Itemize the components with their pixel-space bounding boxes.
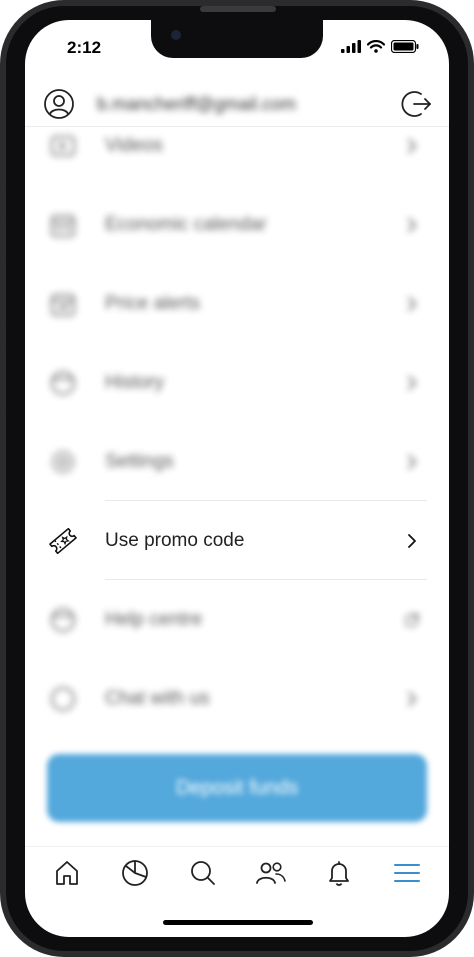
bottom-tab-bar — [25, 846, 449, 902]
phone-frame: 2:12 b.mancheriff@gmail.com Videos Econo… — [0, 0, 474, 957]
price-alert-icon — [47, 288, 79, 320]
tab-menu[interactable] — [389, 857, 425, 893]
menu-item-label: History — [105, 372, 165, 393]
status-icons — [341, 39, 419, 58]
notch — [151, 20, 323, 58]
external-link-icon — [405, 610, 419, 630]
menu-item-economic-calendar[interactable]: Economic calendar — [25, 195, 449, 255]
chevron-right-icon — [405, 136, 419, 156]
chevron-right-icon — [405, 215, 419, 235]
tab-home[interactable] — [49, 857, 85, 893]
home-icon — [53, 859, 81, 892]
earpiece-speaker — [200, 6, 276, 12]
settings-icon — [47, 446, 79, 478]
menu-item-chat-with-us[interactable]: Chat with us — [25, 669, 449, 729]
deposit-funds-button[interactable]: Deposit funds — [47, 754, 427, 822]
chevron-right-icon — [405, 689, 419, 709]
menu-item-label: Chat with us — [105, 688, 210, 709]
mute-switch — [0, 186, 5, 222]
menu-item-videos[interactable]: Videos — [25, 116, 449, 176]
status-time: 2:12 — [67, 38, 102, 57]
menu-item-help-centre[interactable]: Help centre — [25, 590, 449, 650]
tab-community[interactable] — [253, 857, 289, 893]
menu-item-settings[interactable]: Settings — [25, 432, 449, 492]
ticket-icon — [47, 525, 79, 557]
chevron-right-icon — [405, 452, 419, 472]
tab-search[interactable] — [185, 857, 221, 893]
history-icon — [47, 367, 79, 399]
signal-icon — [341, 40, 361, 58]
account-email: b.mancheriff@gmail.com — [97, 94, 297, 114]
video-icon — [47, 130, 79, 162]
volume-down-button — [0, 346, 5, 416]
volume-up-button — [0, 258, 5, 328]
screen: 2:12 b.mancheriff@gmail.com Videos Econo… — [25, 20, 449, 937]
menu-item-label: Videos — [105, 135, 163, 156]
menu-divider — [105, 579, 427, 580]
menu-item-price-alerts[interactable]: Price alerts — [25, 274, 449, 334]
menu-divider — [105, 500, 427, 501]
menu-item-history[interactable]: History — [25, 353, 449, 413]
tab-notifications[interactable] — [321, 857, 357, 893]
calendar-icon — [47, 209, 79, 241]
menu-item-label: Settings — [105, 451, 174, 472]
chevron-right-icon — [405, 373, 419, 393]
menu-item-label: Price alerts — [105, 293, 201, 314]
front-camera — [171, 30, 181, 40]
chevron-right-icon — [405, 294, 419, 314]
help-icon — [47, 604, 79, 636]
tab-portfolio[interactable] — [117, 857, 153, 893]
menu-item-label: Help centre — [105, 609, 203, 630]
home-indicator[interactable] — [163, 920, 313, 925]
bell-icon — [325, 859, 353, 892]
chevron-right-icon — [405, 531, 419, 551]
people-icon — [255, 859, 287, 892]
hamburger-icon — [392, 861, 422, 890]
pie-chart-icon — [120, 858, 150, 893]
battery-icon — [390, 39, 419, 58]
menu-item-use-promo-code[interactable]: Use promo code — [25, 511, 449, 571]
power-button — [469, 282, 474, 386]
menu-item-label: Use promo code — [105, 530, 245, 551]
search-icon — [189, 859, 217, 892]
wifi-icon — [366, 40, 386, 58]
menu-item-label: Economic calendar — [105, 214, 267, 235]
chat-icon — [47, 683, 79, 715]
